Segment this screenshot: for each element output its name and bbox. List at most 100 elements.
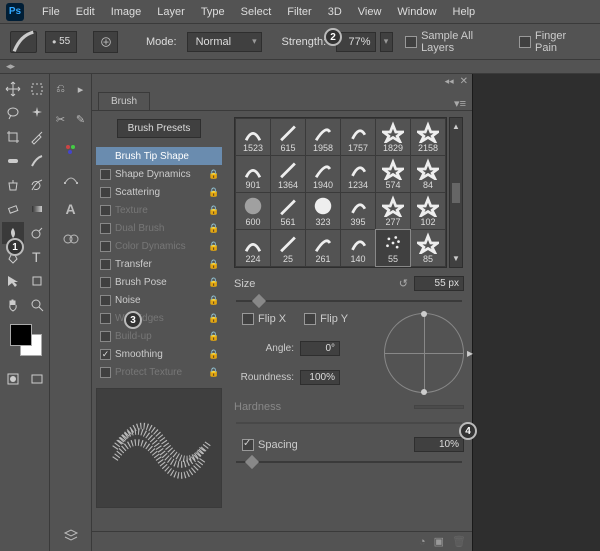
brush-tip-1234[interactable]: 1234 — [341, 156, 375, 192]
menu-help[interactable]: Help — [445, 6, 484, 18]
magic-wand-tool[interactable] — [26, 102, 48, 124]
brush-tip-25[interactable]: 25 — [271, 230, 305, 266]
move-tool[interactable] — [2, 78, 24, 100]
brush-setting-brush-pose[interactable]: Brush Pose🔒 — [96, 273, 222, 291]
brush-tip-85[interactable]: 85 — [411, 230, 445, 266]
path-selection-tool[interactable] — [2, 270, 24, 292]
finger-painting-checkbox[interactable]: Finger Pain — [519, 30, 590, 54]
shape-tool[interactable] — [26, 270, 48, 292]
swatches-panel-icon[interactable] — [62, 140, 80, 158]
history-brush-tool[interactable] — [26, 174, 48, 196]
sample-all-layers-checkbox[interactable]: Sample All Layers — [405, 30, 507, 54]
history-panel-icon[interactable]: ⎌ — [52, 80, 70, 98]
brush-tip-323[interactable]: 323 — [306, 193, 340, 229]
gradient-tool[interactable] — [26, 198, 48, 220]
brush-tip-140[interactable]: 140 — [341, 230, 375, 266]
reset-size-icon[interactable]: ↺ — [399, 277, 408, 290]
menu-layer[interactable]: Layer — [149, 6, 193, 18]
brush-tip-84[interactable]: 84 — [411, 156, 445, 192]
menu-file[interactable]: File — [34, 6, 68, 18]
menu-window[interactable]: Window — [389, 6, 444, 18]
brush-setting-scattering[interactable]: Scattering🔒 — [96, 183, 222, 201]
tab-brush[interactable]: Brush — [98, 92, 150, 110]
brush-tip-395[interactable]: 395 — [341, 193, 375, 229]
panel-menu-icon[interactable]: ▾≡ — [448, 97, 472, 110]
new-preset-icon[interactable]: ▣ — [434, 535, 444, 548]
clone-stamp-tool[interactable] — [2, 174, 24, 196]
size-slider[interactable] — [236, 295, 462, 307]
brush-tip-1829[interactable]: 1829 — [376, 119, 410, 155]
brush-setting-smoothing[interactable]: Smoothing🔒 — [96, 345, 222, 363]
brush-tip-901[interactable]: 901 — [236, 156, 270, 192]
spacing-field[interactable]: 10% — [414, 437, 464, 452]
menu-filter[interactable]: Filter — [279, 6, 319, 18]
brush-tip-1757[interactable]: 1757 — [341, 119, 375, 155]
brush-tip-615[interactable]: 615 — [271, 119, 305, 155]
actions-panel-icon[interactable]: ▸ — [72, 80, 90, 98]
menu-select[interactable]: Select — [233, 6, 280, 18]
roundness-field[interactable]: 100% — [300, 370, 340, 385]
menu-3d[interactable]: 3D — [320, 6, 350, 18]
lasso-tool[interactable] — [2, 102, 24, 124]
strength-field[interactable]: 77% — [336, 32, 375, 52]
crop-tool[interactable] — [2, 126, 24, 148]
spacing-slider[interactable] — [236, 456, 462, 468]
angle-roundness-widget[interactable]: ▸ — [384, 313, 464, 393]
strength-dropdown-arrow[interactable] — [380, 32, 394, 52]
menu-image[interactable]: Image — [103, 6, 150, 18]
healing-brush-tool[interactable] — [2, 150, 24, 172]
screen-mode-icon[interactable] — [26, 368, 48, 390]
delete-icon[interactable]: 🗑 — [452, 535, 466, 548]
mode-dropdown[interactable]: Normal — [187, 32, 262, 52]
brush-tip-1958[interactable]: 1958 — [306, 119, 340, 155]
brush-tip-574[interactable]: 574 — [376, 156, 410, 192]
angle-field[interactable]: 0° — [300, 341, 340, 356]
brush-tip-102[interactable]: 102 — [411, 193, 445, 229]
toggle-preview-icon[interactable]: ◔ — [419, 536, 426, 548]
hand-tool[interactable] — [2, 294, 24, 316]
cc-libraries-icon[interactable] — [62, 230, 80, 248]
menu-type[interactable]: Type — [193, 6, 233, 18]
spacing-checkbox[interactable]: ✓Spacing — [242, 439, 298, 451]
brush-pressure-icon[interactable] — [93, 31, 119, 53]
type-tool[interactable]: T — [26, 246, 48, 268]
collapse-left-icon[interactable]: ◂▸ — [6, 61, 15, 72]
layers-panel-icon[interactable] — [62, 527, 80, 545]
brush-tip-261[interactable]: 261 — [306, 230, 340, 266]
canvas-area[interactable] — [472, 74, 600, 551]
type-panel-icon[interactable]: A — [62, 200, 80, 218]
brush-setting-transfer[interactable]: Transfer🔒 — [96, 255, 222, 273]
brush-setting-brush-tip-shape[interactable]: Brush Tip Shape — [96, 147, 222, 165]
menu-edit[interactable]: Edit — [68, 6, 103, 18]
panel-close-icon[interactable]: ✕ — [460, 76, 468, 87]
brush-tip-600[interactable]: 600 — [236, 193, 270, 229]
current-tool-icon[interactable] — [10, 31, 37, 53]
brush-tip-1523[interactable]: 1523 — [236, 119, 270, 155]
brush-tip-55[interactable]: 55 — [376, 230, 410, 266]
quick-mask-icon[interactable] — [2, 368, 24, 390]
marquee-tool[interactable] — [26, 78, 48, 100]
foreground-color-swatch[interactable] — [10, 324, 32, 346]
dodge-tool[interactable] — [26, 222, 48, 244]
brush-presets-button[interactable]: Brush Presets — [117, 119, 202, 138]
brushes-panel-icon[interactable]: ✂ — [52, 110, 70, 128]
brush-tip-224[interactable]: 224 — [236, 230, 270, 266]
color-swatches[interactable] — [6, 324, 43, 360]
flip-x-checkbox[interactable]: Flip X — [242, 313, 286, 325]
brush-size-picker[interactable]: • 55 — [45, 31, 76, 53]
brush-tool[interactable] — [26, 150, 48, 172]
zoom-tool[interactable] — [26, 294, 48, 316]
size-field[interactable]: 55 px — [414, 276, 464, 291]
menu-view[interactable]: View — [350, 6, 390, 18]
brush-grid-scrollbar[interactable]: ▲ ▼ — [449, 117, 463, 268]
brush-tip-1940[interactable]: 1940 — [306, 156, 340, 192]
brush-tip-1364[interactable]: 1364 — [271, 156, 305, 192]
flip-y-checkbox[interactable]: Flip Y — [304, 313, 348, 325]
brush-tip-2158[interactable]: 2158 — [411, 119, 445, 155]
brush-presets-panel-icon[interactable]: ✎ — [72, 110, 90, 128]
eyedropper-tool[interactable] — [26, 126, 48, 148]
brush-setting-noise[interactable]: Noise🔒 — [96, 291, 222, 309]
eraser-tool[interactable] — [2, 198, 24, 220]
brush-tip-277[interactable]: 277 — [376, 193, 410, 229]
scroll-up-icon[interactable]: ▲ — [452, 122, 460, 131]
